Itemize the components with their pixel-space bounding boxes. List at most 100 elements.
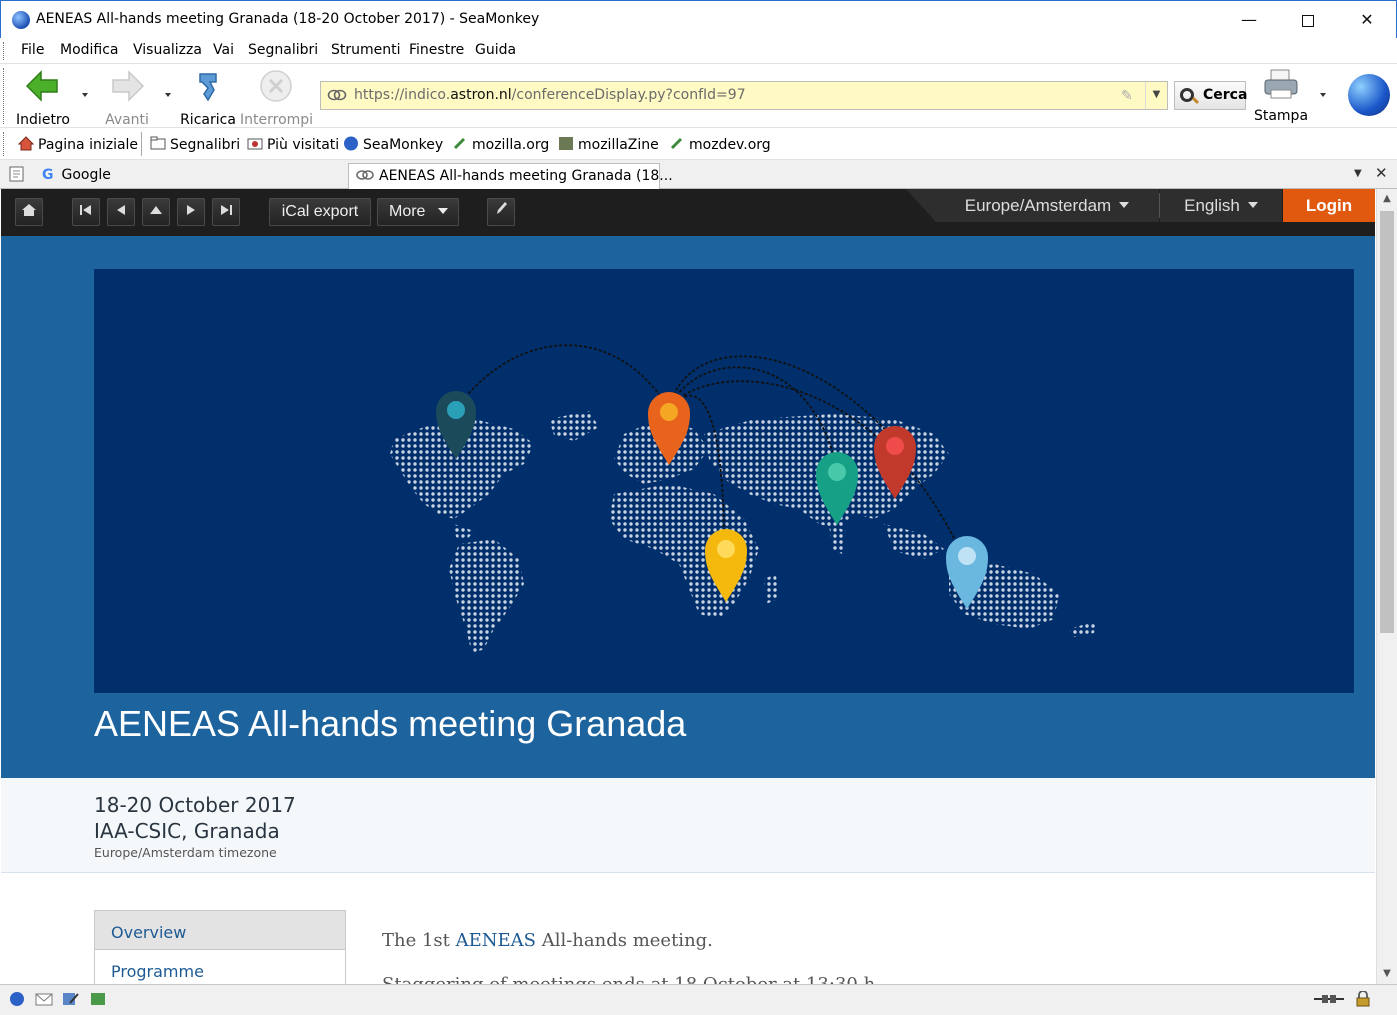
up-icon: [150, 206, 162, 214]
seamonkey-app-icon: [12, 11, 30, 29]
next-icon: [187, 205, 195, 215]
next-event-button[interactable]: [177, 198, 205, 226]
navigation-toolbar: Indietro Avanti Ricarica Interrompi http…: [0, 64, 1397, 128]
timezone-tab-edge: [906, 189, 936, 222]
menu-finestre[interactable]: Finestre: [409, 42, 464, 58]
language-selector[interactable]: English: [1160, 189, 1282, 222]
home-button[interactable]: [15, 198, 43, 226]
tab-list-button[interactable]: ▼: [1354, 168, 1362, 179]
url-path: /conferenceDisplay.py?confId=97: [511, 87, 746, 103]
browser-icon[interactable]: [8, 991, 26, 1007]
forward-button[interactable]: Avanti: [98, 68, 156, 128]
url-text[interactable]: https://indico.astron.nl/conferenceDispl…: [354, 87, 746, 103]
language-label: English: [1184, 196, 1240, 215]
last-event-button[interactable]: [212, 198, 240, 226]
menu-file[interactable]: File: [21, 42, 44, 58]
toolbar-grip[interactable]: [3, 132, 7, 156]
scroll-up-button[interactable]: ▲: [1377, 189, 1397, 209]
toolbar-grip[interactable]: [3, 68, 7, 124]
mozillazine-icon: [559, 137, 573, 150]
url-domain: astron.nl: [450, 87, 512, 103]
folder-icon: [247, 138, 263, 150]
event-venue[interactable]: IAA-CSIC, Granada: [94, 819, 280, 843]
bookmark-mozilla[interactable]: mozilla.org: [452, 136, 549, 153]
printer-icon: [1264, 69, 1298, 99]
window-titlebar: AENEAS All-hands meeting Granada (18-20 …: [0, 0, 1397, 38]
up-category-button[interactable]: [142, 198, 170, 226]
bookmark-mozillazine[interactable]: mozillaZine: [558, 136, 659, 153]
bookmark-separator: [141, 132, 142, 156]
search-button[interactable]: Cerca: [1174, 81, 1247, 110]
event-timezone: Europe/Amsterdam timezone: [94, 845, 277, 860]
reload-button[interactable]: Ricarica: [180, 68, 236, 128]
toolbar-grip[interactable]: [3, 42, 7, 60]
timezone-label: Europe/Amsterdam: [964, 196, 1112, 215]
staggering-text: Staggering of meetings ends at 18 Octobe…: [382, 974, 875, 984]
scroll-down-button[interactable]: ▼: [1377, 964, 1397, 984]
first-icon: [80, 205, 91, 215]
last-icon: [221, 205, 232, 215]
back-button[interactable]: Indietro: [14, 68, 72, 128]
bookmark-segnalibri[interactable]: Segnalibri: [150, 136, 240, 153]
timezone-selector[interactable]: Europe/Amsterdam: [935, 189, 1159, 222]
site-icon: [356, 170, 374, 180]
composer-icon[interactable]: [62, 991, 80, 1007]
bookmarks-toolbar: Pagina iniziale Segnalibri Più visitati …: [0, 128, 1397, 160]
event-banner-image: [94, 269, 1354, 693]
bookmark-star-icon[interactable]: ✎: [1121, 88, 1137, 104]
seamonkey-logo[interactable]: [1348, 74, 1390, 116]
more-button[interactable]: More: [377, 198, 459, 226]
menu-segnalibri[interactable]: Segnalibri: [248, 42, 318, 58]
back-history-dropdown[interactable]: [82, 93, 88, 97]
maximize-icon: [1302, 14, 1314, 27]
event-title: AENEAS All-hands meeting Granada: [94, 703, 687, 744]
scrollbar-thumb[interactable]: [1380, 211, 1394, 633]
minimize-button[interactable]: —: [1220, 1, 1278, 39]
bookmark-mozdev[interactable]: mozdev.org: [669, 136, 771, 153]
edit-button[interactable]: [487, 198, 515, 226]
aeneas-link[interactable]: AENEAS: [456, 930, 536, 951]
back-label: Indietro: [16, 112, 70, 128]
stop-button[interactable]: Interrompi: [240, 68, 313, 128]
tab-label: Google: [61, 167, 111, 183]
intro-text-start: The 1st: [382, 930, 456, 951]
addressbook-icon[interactable]: [89, 991, 107, 1007]
magnifier-handle: [1191, 96, 1200, 105]
tab-google[interactable]: G Google: [34, 163, 346, 189]
print-button[interactable]: Stampa: [1252, 68, 1310, 124]
forward-history-dropdown[interactable]: [165, 93, 171, 97]
online-status-icon[interactable]: [1312, 991, 1346, 1007]
bookmark-piu-visitati[interactable]: Più visitati: [247, 136, 339, 153]
menu-vai[interactable]: Vai: [213, 42, 234, 58]
tab-aeneas[interactable]: AENEAS All-hands meeting Granada (18...: [348, 163, 673, 189]
close-button[interactable]: ✕: [1338, 1, 1396, 39]
url-dropdown-button[interactable]: ▼: [1145, 82, 1167, 109]
menu-modifica[interactable]: Modifica: [60, 42, 119, 58]
mail-icon[interactable]: [35, 991, 53, 1007]
menu-overview[interactable]: Overview: [94, 910, 346, 950]
tab-label: AENEAS All-hands meeting Granada (18...: [379, 168, 673, 184]
event-header: AENEAS All-hands meeting Granada: [1, 236, 1375, 778]
login-button[interactable]: Login: [1283, 189, 1375, 222]
close-tab-button[interactable]: ✕: [1375, 164, 1388, 182]
url-bar[interactable]: https://indico.astron.nl/conferenceDispl…: [320, 81, 1168, 110]
folder-icon: [150, 136, 166, 150]
menu-guida[interactable]: Guida: [475, 42, 516, 58]
stop-icon: [260, 70, 292, 102]
menu-visualizza[interactable]: Visualizza: [133, 42, 202, 58]
menu-programme[interactable]: Programme: [94, 950, 346, 984]
print-dropdown[interactable]: [1320, 93, 1326, 97]
new-tab-icon[interactable]: [8, 165, 26, 183]
ical-export-button[interactable]: iCal export: [269, 198, 371, 226]
first-event-button[interactable]: [72, 198, 100, 226]
bookmark-home[interactable]: Pagina iniziale: [18, 136, 138, 153]
bookmark-seamonkey[interactable]: SeaMonkey: [343, 136, 443, 153]
vertical-scrollbar[interactable]: ▲ ▼: [1376, 189, 1397, 984]
security-lock-icon[interactable]: [1354, 991, 1372, 1007]
maximize-button[interactable]: [1279, 1, 1337, 39]
menu-strumenti[interactable]: Strumenti: [331, 42, 401, 58]
more-label: More: [389, 203, 426, 220]
previous-event-button[interactable]: [107, 198, 135, 226]
event-info: 18-20 October 2017 IAA-CSIC, Granada Eur…: [1, 778, 1375, 873]
event-side-menu: Overview Programme: [94, 910, 346, 984]
